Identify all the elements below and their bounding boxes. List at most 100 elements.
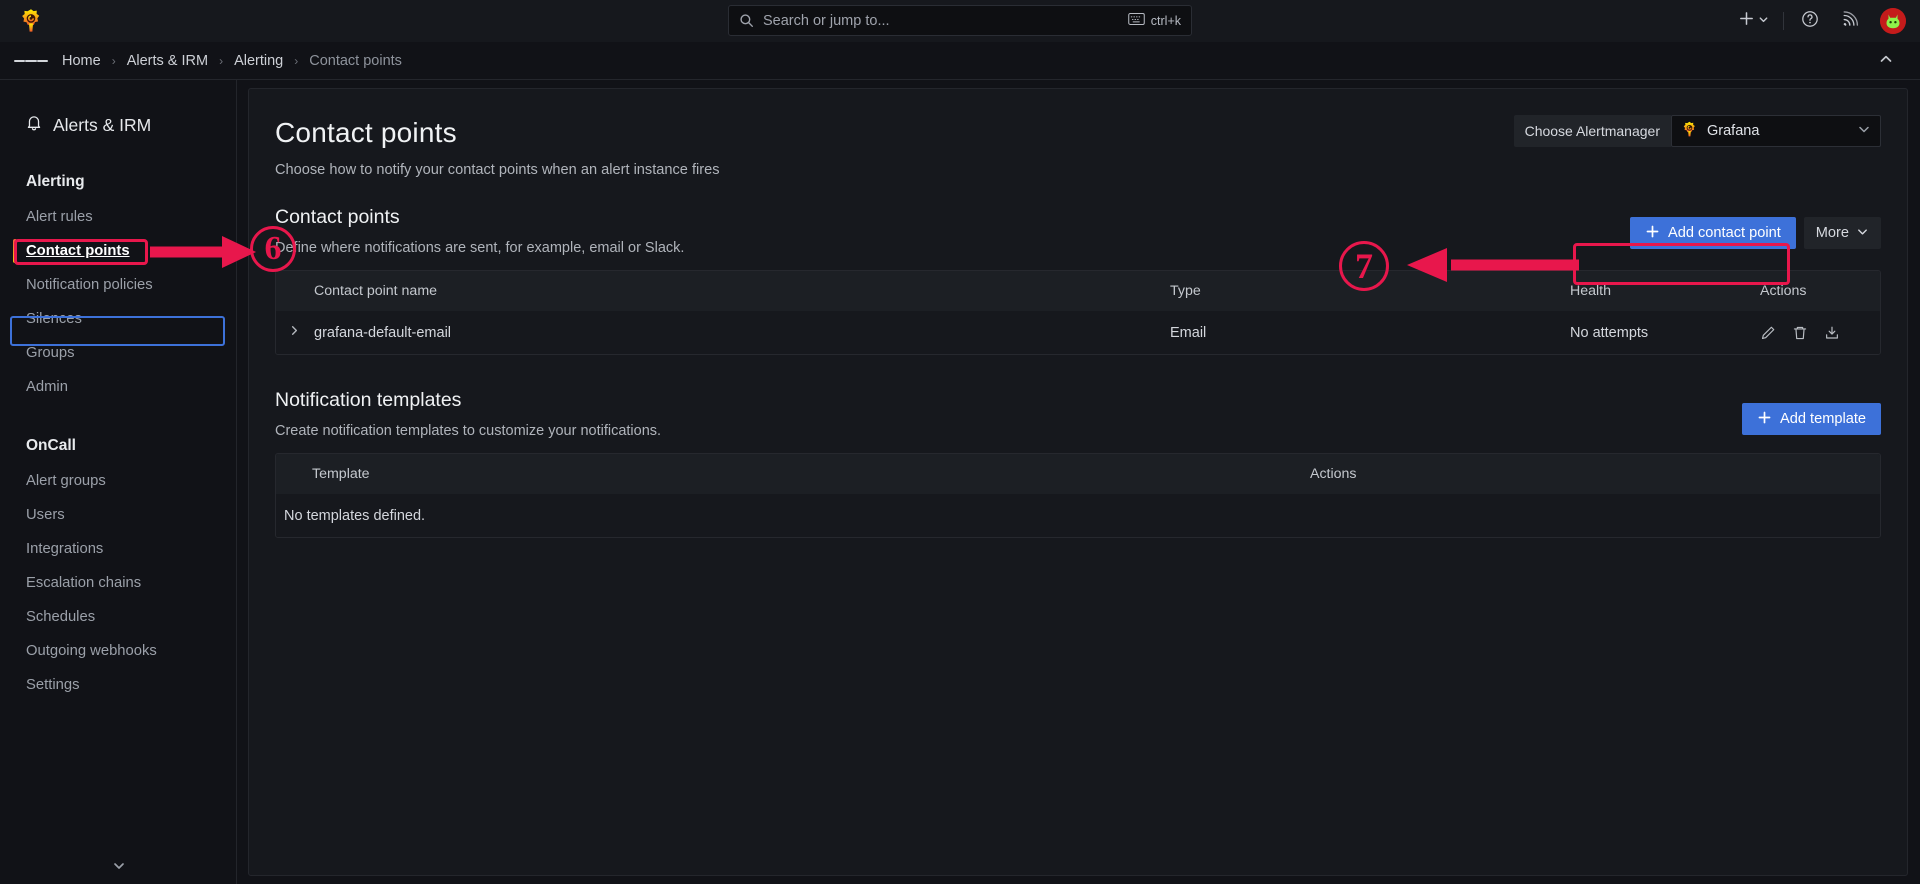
chevron-down-icon	[1857, 122, 1871, 140]
add-contact-point-button[interactable]: Add contact point	[1629, 217, 1796, 249]
sidebar-item-users[interactable]: Users	[0, 498, 236, 532]
templates-empty-row: No templates defined.	[276, 494, 1880, 537]
plus-icon	[1645, 224, 1660, 243]
breadcrumb-separator-icon: ›	[219, 53, 224, 68]
templates-table-header: Template Actions	[276, 454, 1880, 494]
main-content-panel: Contact points Choose how to notify your…	[248, 88, 1908, 876]
user-avatar[interactable]	[1880, 8, 1906, 34]
search-input[interactable]: Search or jump to... ctrl+k	[728, 5, 1192, 36]
cell-row-actions	[1760, 325, 1880, 341]
sidebar-item-contact-points[interactable]: Contact points	[0, 234, 236, 268]
sidebar-item-label: Schedules	[26, 609, 96, 625]
breadcrumb-item-alerting[interactable]: Alerting	[232, 53, 285, 69]
notification-templates-table: Template Actions No templates defined.	[275, 453, 1881, 538]
chevron-down-icon	[1856, 225, 1869, 242]
sidebar-item-label: Users	[26, 507, 65, 523]
rss-icon	[1841, 10, 1859, 33]
global-search[interactable]: Search or jump to... ctrl+k	[728, 5, 1192, 36]
add-template-label: Add template	[1780, 411, 1866, 427]
breadcrumb-item-alerts-irm[interactable]: Alerts & IRM	[125, 53, 210, 69]
bell-icon	[26, 114, 42, 136]
page-subtitle: Choose how to notify your contact points…	[275, 162, 720, 178]
help-button[interactable]	[1790, 0, 1830, 42]
grafana-home-link[interactable]	[0, 8, 62, 34]
topbar-actions	[1730, 0, 1906, 42]
breadcrumb-separator-icon: ›	[294, 53, 299, 68]
contact-points-table-header: Contact point name Type Health Actions	[276, 271, 1880, 311]
sidebar-item-groups[interactable]: Groups	[0, 336, 236, 370]
sidebar-item-silences[interactable]: Silences	[0, 302, 236, 336]
templates-actions: Add template	[1742, 403, 1881, 435]
cell-contact-point-name: grafana-default-email	[314, 324, 452, 341]
keyboard-icon	[1128, 13, 1145, 28]
sidebar-item-label: Admin	[26, 379, 68, 395]
sidebar-item-label: Settings	[26, 677, 80, 693]
search-shortcut-hint: ctrl+k	[1128, 13, 1181, 28]
sidebar-expand-button[interactable]	[0, 859, 237, 878]
notification-templates-section: Notification templates Create notificati…	[249, 389, 1907, 439]
sidebar-item-admin[interactable]: Admin	[0, 370, 236, 404]
search-placeholder-text: Search or jump to...	[763, 12, 890, 29]
sidebar-item-alert-groups[interactable]: Alert groups	[0, 464, 236, 498]
edit-pencil-icon[interactable]	[1760, 325, 1776, 341]
templates-section-subtitle: Create notification templates to customi…	[275, 423, 662, 439]
sidebar-group-alerting: Alerting	[26, 173, 85, 190]
sidebar-item-settings[interactable]: Settings	[0, 668, 236, 702]
page-header: Contact points Choose how to notify your…	[249, 89, 1907, 178]
breadcrumb-item-home[interactable]: Home	[60, 53, 103, 69]
collapse-header-button[interactable]	[1878, 42, 1894, 80]
more-button[interactable]: More	[1803, 217, 1881, 249]
sidebar-item-label: Outgoing webhooks	[26, 643, 157, 659]
table-row[interactable]: grafana-default-email Email No attempts	[276, 311, 1880, 354]
hamburger-menu-icon	[14, 59, 26, 62]
topbar-divider	[1783, 12, 1784, 30]
sidebar-item-escalation-chains[interactable]: Escalation chains	[0, 566, 236, 600]
plus-icon	[1757, 410, 1772, 429]
alertmanager-selected-value: Grafana	[1707, 123, 1760, 139]
sidebar-item-label: Escalation chains	[26, 575, 142, 591]
sidebar-group-oncall: OnCall	[26, 437, 76, 454]
create-new-button[interactable]	[1730, 0, 1777, 42]
sidebar-item-label: Groups	[26, 345, 75, 361]
search-icon	[739, 13, 754, 28]
hamburger-menu-icon	[25, 59, 37, 62]
sidebar-item-integrations[interactable]: Integrations	[0, 532, 236, 566]
column-header-type: Type	[1170, 283, 1201, 299]
menu-toggle-button[interactable]	[14, 44, 48, 78]
grafana-logo-icon	[1681, 121, 1698, 142]
sidebar-item-label: Integrations	[26, 541, 104, 557]
delete-trash-icon[interactable]	[1792, 325, 1808, 341]
contact-points-table: Contact point name Type Health Actions g…	[275, 270, 1881, 355]
column-header-actions: Actions	[1760, 283, 1807, 299]
export-icon[interactable]	[1824, 325, 1840, 341]
templates-empty-message: No templates defined.	[284, 507, 426, 524]
sidebar-item-notification-policies[interactable]: Notification policies	[0, 268, 236, 302]
sidebar-section-alerts-irm[interactable]: Alerts & IRM	[0, 110, 236, 140]
chevron-down-icon	[111, 859, 127, 878]
sidebar-item-label: Silences	[26, 311, 82, 327]
column-header-template-actions: Actions	[1310, 466, 1357, 482]
sidebar-item-alert-rules[interactable]: Alert rules	[0, 200, 236, 234]
news-button[interactable]	[1830, 0, 1870, 42]
alertmanager-select[interactable]: Grafana	[1671, 115, 1881, 147]
column-header-name: Contact point name	[314, 283, 438, 299]
breadcrumb-separator-icon: ›	[111, 53, 116, 68]
sidebar-item-outgoing-webhooks[interactable]: Outgoing webhooks	[0, 634, 236, 668]
avatar-image-icon	[1880, 8, 1906, 34]
row-expand-button[interactable]	[276, 324, 312, 341]
contact-points-actions: Add contact point More	[1629, 217, 1881, 249]
cell-contact-point-type: Email	[1170, 324, 1207, 341]
sidebar-item-schedules[interactable]: Schedules	[0, 600, 236, 634]
help-circle-icon	[1801, 10, 1819, 33]
grafana-logo-icon	[22, 9, 40, 32]
breadcrumb: Home › Alerts & IRM › Alerting › Contact…	[60, 53, 404, 69]
more-button-label: More	[1815, 225, 1849, 241]
add-contact-point-label: Add contact point	[1667, 225, 1781, 241]
breadcrumb-bar: Home › Alerts & IRM › Alerting › Contact…	[0, 42, 1920, 80]
add-template-button[interactable]: Add template	[1742, 403, 1881, 435]
sidebar-item-label: Alert rules	[26, 209, 93, 225]
cell-contact-point-health: No attempts	[1570, 324, 1649, 341]
alertmanager-picker: Choose Alertmanager Grafana	[1513, 115, 1881, 147]
plus-icon	[1738, 10, 1755, 32]
chevron-up-icon	[1878, 51, 1894, 72]
